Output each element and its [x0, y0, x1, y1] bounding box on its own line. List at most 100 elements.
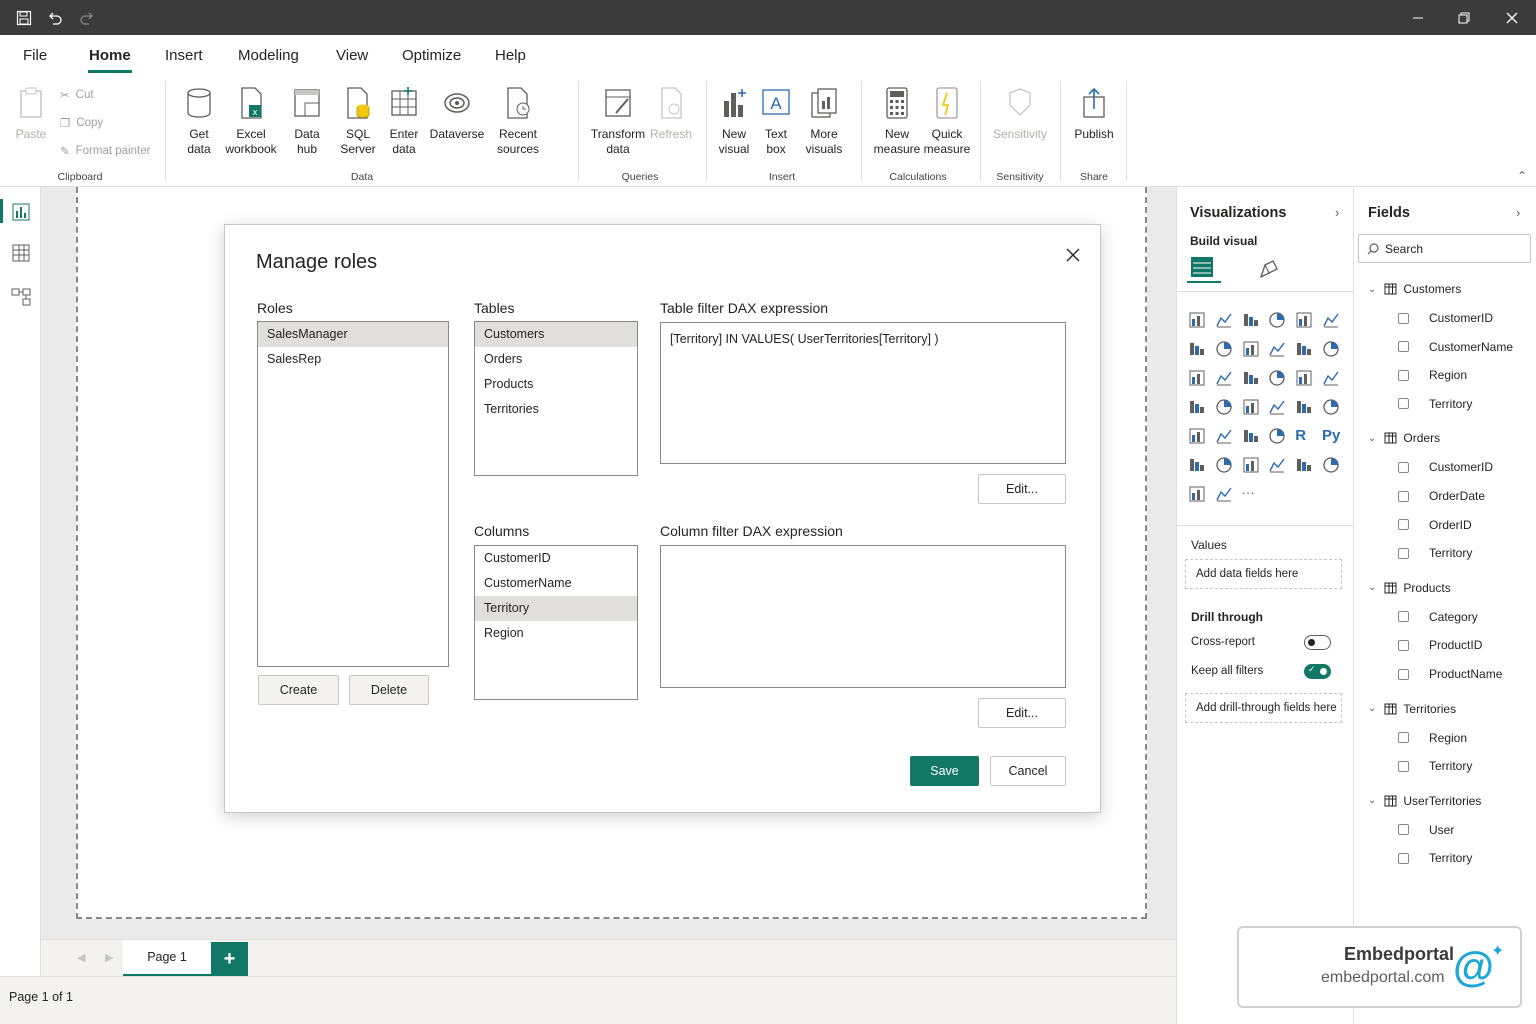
edit-column-filter-button[interactable]: Edit... — [978, 698, 1066, 728]
field-item[interactable]: CustomerID — [1398, 460, 1493, 474]
page-tab[interactable]: Page 1 — [123, 940, 211, 977]
create-button[interactable]: Create — [258, 675, 339, 705]
field-item[interactable]: CustomerName — [1398, 340, 1513, 354]
table-item[interactable]: Territories — [475, 397, 637, 422]
field-item[interactable]: CustomerID — [1398, 311, 1493, 325]
clustered-bar-icon[interactable] — [1242, 311, 1260, 329]
column-item[interactable]: Region — [475, 621, 637, 646]
field-item[interactable]: Territory — [1398, 851, 1472, 865]
sensitivity-button[interactable]: Sensitivity — [992, 85, 1048, 142]
narrative-icon[interactable] — [1268, 456, 1286, 474]
format-visual-tab[interactable] — [1255, 255, 1285, 281]
azure-map-icon[interactable] — [1242, 398, 1260, 416]
pie-icon[interactable] — [1268, 369, 1286, 387]
undo-icon[interactable] — [44, 0, 66, 35]
r-visual-icon[interactable]: R — [1295, 427, 1313, 445]
field-table-customers[interactable]: ⌄ Customers — [1368, 282, 1461, 296]
field-checkbox[interactable] — [1398, 611, 1409, 623]
key-influencers-icon[interactable] — [1188, 456, 1206, 474]
menu-view[interactable]: View — [336, 47, 368, 64]
enter-data-button[interactable]: Enter data — [384, 85, 424, 157]
field-checkbox[interactable] — [1398, 639, 1409, 651]
collapse-visualizations-icon[interactable]: › — [1335, 205, 1339, 220]
field-checkbox[interactable] — [1398, 490, 1409, 502]
field-checkbox[interactable] — [1398, 341, 1409, 353]
field-item[interactable]: Category — [1398, 610, 1478, 624]
gauge-icon[interactable] — [1268, 398, 1286, 416]
new-measure-button[interactable]: New measure — [872, 85, 922, 157]
card-icon[interactable] — [1295, 398, 1313, 416]
field-checkbox[interactable] — [1398, 760, 1409, 772]
field-table-userterritories[interactable]: ⌄ UserTerritories — [1368, 794, 1481, 808]
edit-table-filter-button[interactable]: Edit... — [978, 474, 1066, 504]
role-item[interactable]: SalesManager — [258, 322, 448, 347]
cross-report-toggle[interactable] — [1304, 635, 1331, 650]
add-page-button[interactable]: + — [211, 942, 248, 976]
column-item[interactable]: Territory — [475, 596, 637, 621]
table-item[interactable]: Products — [475, 372, 637, 397]
line-column-icon[interactable] — [1268, 340, 1286, 358]
save-icon[interactable] — [12, 0, 36, 35]
next-page-icon[interactable]: ▶ — [105, 951, 113, 964]
field-table-products[interactable]: ⌄ Products — [1368, 581, 1451, 595]
field-item[interactable]: Territory — [1398, 546, 1472, 560]
column-item[interactable]: CustomerID — [475, 546, 637, 571]
field-item[interactable]: Region — [1398, 731, 1467, 745]
goals-icon[interactable] — [1295, 456, 1313, 474]
field-checkbox[interactable] — [1398, 461, 1409, 473]
column-filter-editor[interactable] — [660, 545, 1066, 688]
close-window-icon[interactable] — [1494, 0, 1530, 35]
map-icon[interactable] — [1188, 398, 1206, 416]
format-painter-button[interactable]: ✎ Format painter — [60, 144, 150, 158]
menu-optimize[interactable]: Optimize — [402, 47, 461, 64]
new-visual-button[interactable]: New visual — [714, 85, 754, 157]
ribbon-chart-icon[interactable] — [1322, 340, 1340, 358]
more-visuals-icon[interactable]: ··· — [1242, 485, 1260, 503]
field-item[interactable]: Territory — [1398, 759, 1472, 773]
paste-button[interactable]: Paste — [12, 85, 50, 142]
slicer-icon[interactable] — [1215, 427, 1233, 445]
delete-button[interactable]: Delete — [349, 675, 429, 705]
transform-data-button[interactable]: Transform data — [590, 85, 646, 157]
stacked-area-icon[interactable] — [1242, 340, 1260, 358]
collapse-ribbon-icon[interactable]: ⌃ — [1517, 169, 1527, 183]
scatter-icon[interactable] — [1242, 369, 1260, 387]
role-item[interactable]: SalesRep — [258, 347, 448, 372]
field-checkbox[interactable] — [1398, 398, 1409, 410]
field-item[interactable]: ProductID — [1398, 638, 1482, 652]
field-item[interactable]: Territory — [1398, 397, 1472, 411]
kpi-icon[interactable] — [1188, 427, 1206, 445]
field-table-territories[interactable]: ⌄ Territories — [1368, 702, 1456, 716]
copy-button[interactable]: ❐ Copy — [60, 116, 103, 130]
recent-sources-button[interactable]: Recent sources — [492, 85, 544, 157]
menu-modeling[interactable]: Modeling — [238, 47, 299, 64]
field-checkbox[interactable] — [1398, 519, 1409, 531]
line-clustered-icon[interactable] — [1295, 340, 1313, 358]
more-visuals-button[interactable]: More visuals — [800, 85, 848, 157]
matrix-icon[interactable] — [1268, 427, 1286, 445]
field-item[interactable]: Region — [1398, 368, 1467, 382]
table-icon[interactable] — [1242, 427, 1260, 445]
values-drop-zone[interactable]: Add data fields here — [1185, 559, 1342, 589]
table-item[interactable]: Customers — [475, 322, 637, 347]
dataverse-button[interactable]: Dataverse — [430, 85, 484, 142]
sql-server-button[interactable]: SQL Server — [338, 85, 378, 157]
clustered-column-icon[interactable] — [1268, 311, 1286, 329]
field-checkbox[interactable] — [1398, 312, 1409, 324]
redo-icon[interactable] — [76, 0, 98, 35]
field-checkbox[interactable] — [1398, 369, 1409, 381]
refresh-button[interactable]: Refresh — [650, 85, 692, 142]
build-visual-tab[interactable] — [1187, 253, 1221, 283]
table-view-icon[interactable] — [10, 242, 32, 264]
100-column-icon[interactable] — [1322, 311, 1340, 329]
close-icon[interactable] — [1063, 245, 1083, 265]
decomposition-tree-icon[interactable] — [1215, 456, 1233, 474]
minimize-icon[interactable] — [1400, 0, 1436, 35]
model-view-icon[interactable] — [10, 286, 32, 308]
menu-home[interactable]: Home — [89, 47, 131, 64]
line-chart-icon[interactable] — [1188, 340, 1206, 358]
prev-page-icon[interactable]: ◀ — [77, 951, 85, 964]
cancel-button[interactable]: Cancel — [990, 756, 1066, 786]
qa-icon[interactable] — [1242, 456, 1260, 474]
donut-icon[interactable] — [1295, 369, 1313, 387]
